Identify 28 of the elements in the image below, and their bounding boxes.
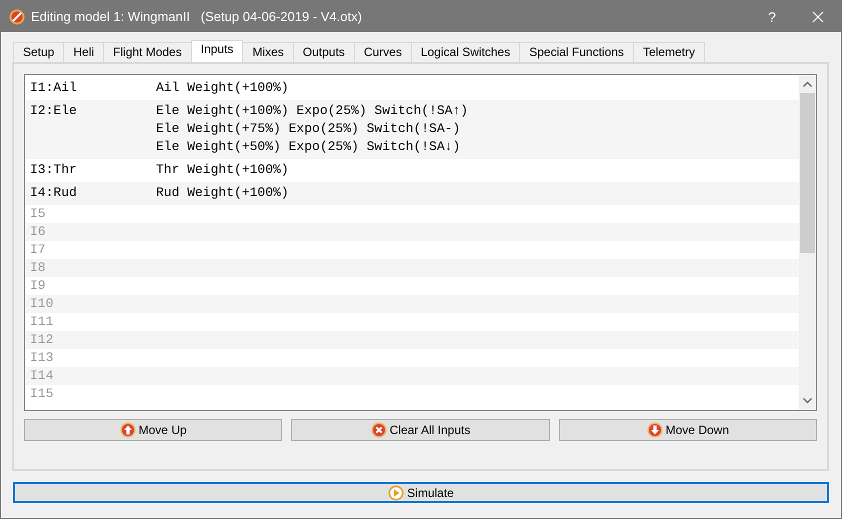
window-title: Editing model 1: WingmanII (Setup 04-06-2019 - V4.otx) (31, 9, 363, 24)
tab[interactable]: Setup (13, 42, 64, 62)
input-line[interactable]: Ail Weight(+100%) (156, 79, 289, 97)
scroll-down-icon[interactable] (803, 398, 812, 404)
input-line[interactable]: Ele Weight(+100%) Expo(25%) Switch(!SA↑) (156, 102, 468, 120)
button[interactable]: Move Up (24, 419, 282, 441)
input-label[interactable]: I2:Ele (30, 102, 156, 156)
up-arrow-icon (120, 422, 136, 438)
scrollbar[interactable] (799, 75, 816, 410)
button[interactable]: Clear All Inputs (291, 419, 550, 441)
scroll-up-icon[interactable] (803, 81, 812, 87)
input-line[interactable]: Ele Weight(+75%) Expo(25%) Switch(!SA-) (156, 120, 468, 138)
input-line[interactable]: Thr Weight(+100%) (156, 161, 289, 179)
simulate-button[interactable]: Simulate (13, 482, 829, 503)
play-icon (388, 484, 404, 500)
input-line[interactable]: Ele Weight(+50%) Expo(25%) Switch(!SA↓) (156, 138, 468, 156)
down-arrow-icon (646, 422, 663, 438)
tab[interactable]: Telemetry (632, 42, 705, 62)
help-button[interactable]: ? (749, 8, 795, 24)
close-icon[interactable] (812, 10, 824, 22)
input-label[interactable]: I1:Ail (30, 79, 156, 97)
input-line[interactable]: Rud Weight(+100%) (156, 184, 289, 202)
tab[interactable]: Inputs (190, 40, 244, 62)
clear-icon (370, 422, 387, 438)
button[interactable]: Move Down (558, 419, 817, 441)
input-label[interactable]: I4:Rud (30, 184, 156, 202)
app-logo-icon (9, 8, 25, 24)
input-label[interactable]: I3:Thr (30, 161, 156, 179)
